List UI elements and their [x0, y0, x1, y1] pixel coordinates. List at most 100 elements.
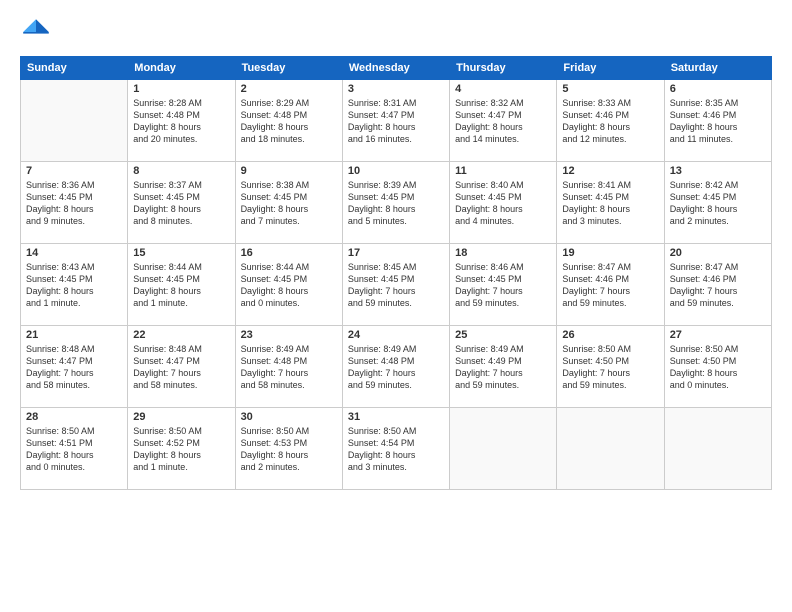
calendar-cell: [557, 408, 664, 490]
calendar-cell: 22 Sunrise: 8:48 AM Sunset: 4:47 PM Dayli…: [128, 326, 235, 408]
calendar-header-row: SundayMondayTuesdayWednesdayThursdayFrid…: [21, 57, 772, 80]
calendar-cell: 4 Sunrise: 8:32 AM Sunset: 4:47 PM Daylig…: [450, 80, 557, 162]
page: SundayMondayTuesdayWednesdayThursdayFrid…: [0, 0, 792, 612]
day-info: Sunrise: 8:36 AM Sunset: 4:45 PM Dayligh…: [26, 179, 122, 228]
calendar-week-row: 14 Sunrise: 8:43 AM Sunset: 4:45 PM Dayli…: [21, 244, 772, 326]
day-number: 31: [348, 411, 444, 423]
calendar-cell: 11 Sunrise: 8:40 AM Sunset: 4:45 PM Dayli…: [450, 162, 557, 244]
calendar-cell: 16 Sunrise: 8:44 AM Sunset: 4:45 PM Dayli…: [235, 244, 342, 326]
logo-icon: [20, 16, 52, 48]
day-info: Sunrise: 8:48 AM Sunset: 4:47 PM Dayligh…: [26, 343, 122, 392]
day-number: 29: [133, 411, 229, 423]
day-number: 22: [133, 329, 229, 341]
day-info: Sunrise: 8:49 AM Sunset: 4:48 PM Dayligh…: [348, 343, 444, 392]
day-info: Sunrise: 8:50 AM Sunset: 4:52 PM Dayligh…: [133, 425, 229, 474]
day-info: Sunrise: 8:38 AM Sunset: 4:45 PM Dayligh…: [241, 179, 337, 228]
day-header-monday: Monday: [128, 57, 235, 80]
day-info: Sunrise: 8:33 AM Sunset: 4:46 PM Dayligh…: [562, 97, 658, 146]
day-number: 16: [241, 247, 337, 259]
day-info: Sunrise: 8:29 AM Sunset: 4:48 PM Dayligh…: [241, 97, 337, 146]
day-number: 10: [348, 165, 444, 177]
calendar-cell: 20 Sunrise: 8:47 AM Sunset: 4:46 PM Dayli…: [664, 244, 771, 326]
day-info: Sunrise: 8:50 AM Sunset: 4:50 PM Dayligh…: [670, 343, 766, 392]
calendar-cell: 7 Sunrise: 8:36 AM Sunset: 4:45 PM Daylig…: [21, 162, 128, 244]
day-number: 25: [455, 329, 551, 341]
day-header-thursday: Thursday: [450, 57, 557, 80]
day-number: 11: [455, 165, 551, 177]
day-info: Sunrise: 8:35 AM Sunset: 4:46 PM Dayligh…: [670, 97, 766, 146]
day-header-tuesday: Tuesday: [235, 57, 342, 80]
day-header-saturday: Saturday: [664, 57, 771, 80]
calendar-week-row: 7 Sunrise: 8:36 AM Sunset: 4:45 PM Daylig…: [21, 162, 772, 244]
day-number: 18: [455, 247, 551, 259]
calendar-cell: 18 Sunrise: 8:46 AM Sunset: 4:45 PM Dayli…: [450, 244, 557, 326]
day-info: Sunrise: 8:44 AM Sunset: 4:45 PM Dayligh…: [241, 261, 337, 310]
day-info: Sunrise: 8:44 AM Sunset: 4:45 PM Dayligh…: [133, 261, 229, 310]
day-info: Sunrise: 8:32 AM Sunset: 4:47 PM Dayligh…: [455, 97, 551, 146]
day-info: Sunrise: 8:40 AM Sunset: 4:45 PM Dayligh…: [455, 179, 551, 228]
calendar-cell: 1 Sunrise: 8:28 AM Sunset: 4:48 PM Daylig…: [128, 80, 235, 162]
calendar-cell: 13Sunrise: 8:42 AM Sunset: 4:45 PM Dayli…: [664, 162, 771, 244]
day-number: 14: [26, 247, 122, 259]
day-number: 26: [562, 329, 658, 341]
day-number: 8: [133, 165, 229, 177]
day-info: Sunrise: 8:49 AM Sunset: 4:48 PM Dayligh…: [241, 343, 337, 392]
day-info: Sunrise: 8:28 AM Sunset: 4:48 PM Dayligh…: [133, 97, 229, 146]
calendar-cell: 28Sunrise: 8:50 AM Sunset: 4:51 PM Dayli…: [21, 408, 128, 490]
calendar-cell: [664, 408, 771, 490]
day-info: Sunrise: 8:47 AM Sunset: 4:46 PM Dayligh…: [562, 261, 658, 310]
calendar-cell: 29 Sunrise: 8:50 AM Sunset: 4:52 PM Dayli…: [128, 408, 235, 490]
day-info: Sunrise: 8:31 AM Sunset: 4:47 PM Dayligh…: [348, 97, 444, 146]
day-number: 28: [26, 411, 122, 423]
calendar-cell: 30 Sunrise: 8:50 AM Sunset: 4:53 PM Dayli…: [235, 408, 342, 490]
day-number: 17: [348, 247, 444, 259]
day-number: 23: [241, 329, 337, 341]
day-info: Sunrise: 8:43 AM Sunset: 4:45 PM Dayligh…: [26, 261, 122, 310]
calendar-cell: 14 Sunrise: 8:43 AM Sunset: 4:45 PM Dayli…: [21, 244, 128, 326]
day-info: Sunrise: 8:50 AM Sunset: 4:54 PM Dayligh…: [348, 425, 444, 474]
header: [20, 16, 772, 48]
day-info: Sunrise: 8:50 AM Sunset: 4:53 PM Dayligh…: [241, 425, 337, 474]
day-info: Sunrise: 8:50 AM Sunset: 4:50 PM Dayligh…: [562, 343, 658, 392]
calendar-cell: 23 Sunrise: 8:49 AM Sunset: 4:48 PM Dayli…: [235, 326, 342, 408]
calendar-cell: 31 Sunrise: 8:50 AM Sunset: 4:54 PM Dayli…: [342, 408, 449, 490]
day-info: Sunrise: 8:48 AM Sunset: 4:47 PM Dayligh…: [133, 343, 229, 392]
day-info: Sunrise: 8:39 AM Sunset: 4:45 PM Dayligh…: [348, 179, 444, 228]
day-info: Sunrise: 8:42 AM Sunset: 4:45 PM Dayligh…: [670, 179, 766, 228]
calendar-cell: 17 Sunrise: 8:45 AM Sunset: 4:45 PM Dayli…: [342, 244, 449, 326]
calendar-cell: 19Sunrise: 8:47 AM Sunset: 4:46 PM Dayli…: [557, 244, 664, 326]
calendar-cell: 10 Sunrise: 8:39 AM Sunset: 4:45 PM Dayli…: [342, 162, 449, 244]
day-number: 30: [241, 411, 337, 423]
day-info: Sunrise: 8:46 AM Sunset: 4:45 PM Dayligh…: [455, 261, 551, 310]
day-number: 20: [670, 247, 766, 259]
day-number: 5: [562, 83, 658, 95]
calendar-cell: [21, 80, 128, 162]
calendar-week-row: 28Sunrise: 8:50 AM Sunset: 4:51 PM Dayli…: [21, 408, 772, 490]
calendar-cell: 15 Sunrise: 8:44 AM Sunset: 4:45 PM Dayli…: [128, 244, 235, 326]
day-info: Sunrise: 8:45 AM Sunset: 4:45 PM Dayligh…: [348, 261, 444, 310]
day-header-friday: Friday: [557, 57, 664, 80]
day-number: 1: [133, 83, 229, 95]
calendar-cell: 6 Sunrise: 8:35 AM Sunset: 4:46 PM Daylig…: [664, 80, 771, 162]
day-number: 6: [670, 83, 766, 95]
calendar-cell: 2Sunrise: 8:29 AM Sunset: 4:48 PM Daylig…: [235, 80, 342, 162]
logo: [20, 16, 54, 48]
calendar-cell: 24 Sunrise: 8:49 AM Sunset: 4:48 PM Dayli…: [342, 326, 449, 408]
day-info: Sunrise: 8:47 AM Sunset: 4:46 PM Dayligh…: [670, 261, 766, 310]
calendar-table: SundayMondayTuesdayWednesdayThursdayFrid…: [20, 56, 772, 490]
day-info: Sunrise: 8:41 AM Sunset: 4:45 PM Dayligh…: [562, 179, 658, 228]
calendar-cell: 21 Sunrise: 8:48 AM Sunset: 4:47 PM Dayli…: [21, 326, 128, 408]
calendar-week-row: 1 Sunrise: 8:28 AM Sunset: 4:48 PM Daylig…: [21, 80, 772, 162]
day-number: 24: [348, 329, 444, 341]
day-number: 15: [133, 247, 229, 259]
day-info: Sunrise: 8:49 AM Sunset: 4:49 PM Dayligh…: [455, 343, 551, 392]
calendar-cell: 25 Sunrise: 8:49 AM Sunset: 4:49 PM Dayli…: [450, 326, 557, 408]
calendar-cell: [450, 408, 557, 490]
day-number: 3: [348, 83, 444, 95]
calendar-cell: 3 Sunrise: 8:31 AM Sunset: 4:47 PM Daylig…: [342, 80, 449, 162]
day-number: 7: [26, 165, 122, 177]
day-number: 4: [455, 83, 551, 95]
day-number: 9: [241, 165, 337, 177]
calendar-cell: 27Sunrise: 8:50 AM Sunset: 4:50 PM Dayli…: [664, 326, 771, 408]
day-number: 21: [26, 329, 122, 341]
